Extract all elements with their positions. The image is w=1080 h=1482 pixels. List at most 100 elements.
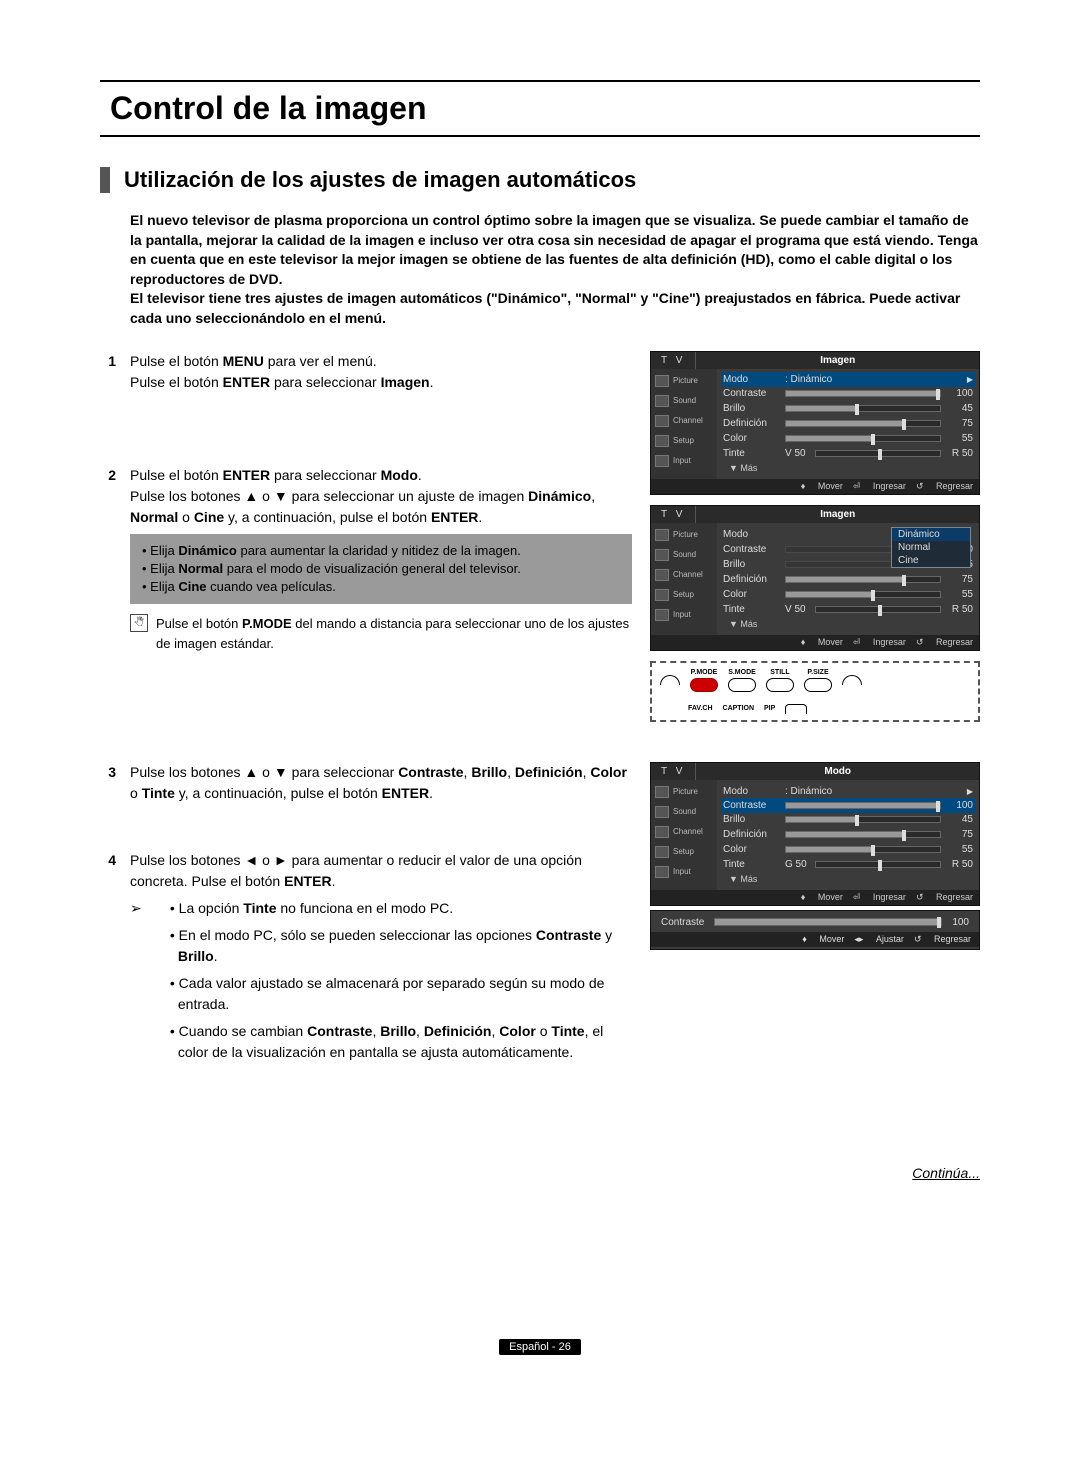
text-bold: ENTER bbox=[382, 785, 429, 801]
sidebar-item-label: Channel bbox=[673, 570, 703, 579]
setup-icon bbox=[655, 846, 669, 858]
osd-header-title: Imagen bbox=[696, 352, 979, 369]
sidebar-item-label: Setup bbox=[673, 436, 694, 445]
text-bold: Normal bbox=[178, 561, 223, 576]
text: Pulse los botones ▲ o ▼ para seleccionar bbox=[130, 764, 398, 780]
osd-row-tinte: TinteV 50R 50 bbox=[723, 602, 973, 617]
text: Pulse el botón bbox=[130, 353, 223, 369]
text-bold: Contraste bbox=[398, 764, 463, 780]
text-bold: ENTER bbox=[223, 374, 270, 390]
sound-icon bbox=[655, 549, 669, 561]
osd-screenshot-3: T V Modo Picture Sound Channel Setup Inp… bbox=[650, 762, 980, 906]
text: . bbox=[332, 873, 336, 889]
remote-label: CAPTION bbox=[723, 705, 755, 712]
text: cuando vea películas. bbox=[207, 579, 336, 594]
intro-paragraph: El nuevo televisor de plasma proporciona… bbox=[130, 211, 980, 329]
step-1: 1 Pulse el botón MENU para ver el menú. … bbox=[100, 351, 632, 393]
remote-illustration: P.MODE S.MODE STILL P.SIZE FAV.CH CAPTIO… bbox=[650, 661, 980, 722]
remote-top-edge bbox=[660, 675, 680, 685]
page-footer: Español - 26 bbox=[100, 1341, 980, 1353]
picture-icon bbox=[655, 786, 669, 798]
sidebar-item-label: Sound bbox=[673, 396, 696, 405]
picture-icon bbox=[655, 375, 669, 387]
sidebar-item-label: Channel bbox=[673, 416, 703, 425]
sidebar-item-label: Sound bbox=[673, 550, 696, 559]
osd-row-tinte: TinteV 50R 50 bbox=[723, 446, 973, 461]
osd-sidebar: Picture Sound Channel Setup Input bbox=[651, 523, 717, 635]
text-bold: Dinámico bbox=[528, 488, 591, 504]
osd-more: ▼ Más bbox=[723, 872, 973, 886]
channel-icon bbox=[655, 569, 669, 581]
dropdown-option: Cine bbox=[892, 554, 970, 567]
text: o bbox=[130, 785, 142, 801]
osd-tv-label: T V bbox=[651, 352, 696, 369]
osd-header-title: Imagen bbox=[696, 506, 979, 523]
text-bold: Imagen bbox=[381, 374, 430, 390]
text: y, a continuación, pulse el botón bbox=[175, 785, 382, 801]
step-3: 3 Pulse los botones ▲ o ▼ para seleccion… bbox=[100, 762, 632, 804]
text: • Elija bbox=[142, 579, 178, 594]
sidebar-item-label: Input bbox=[673, 610, 691, 619]
remote-label: FAV.CH bbox=[688, 705, 713, 712]
input-icon bbox=[655, 609, 669, 621]
osd-row-definicion: Definición75 bbox=[723, 416, 973, 431]
text: . bbox=[418, 467, 422, 483]
osd-footer: ♦ Mover⏎ Ingresar↺ Regresar bbox=[651, 890, 979, 905]
text: y, a continuación, pulse el botón bbox=[224, 509, 431, 525]
osd-screenshot-2: T V Imagen Picture Sound Channel Setup I… bbox=[650, 505, 980, 651]
text: , bbox=[591, 488, 595, 504]
text-bold: Brillo bbox=[471, 764, 507, 780]
setup-icon bbox=[655, 435, 669, 447]
sidebar-item-label: Picture bbox=[673, 787, 698, 796]
channel-icon bbox=[655, 826, 669, 838]
step-2: 2 Pulse el botón ENTER para seleccionar … bbox=[100, 465, 632, 654]
text-bold: ENTER bbox=[223, 467, 270, 483]
osd-row-color: Color55 bbox=[723, 842, 973, 857]
hint-box: • Elija Dinámico para aumentar la clarid… bbox=[130, 534, 632, 605]
note-item: • Cuando se cambian Contraste, Brillo, D… bbox=[170, 1021, 630, 1063]
sidebar-item-label: Setup bbox=[673, 590, 694, 599]
step-number: 4 bbox=[100, 850, 116, 1069]
adjust-label: Contraste bbox=[661, 917, 704, 928]
step-number: 1 bbox=[100, 351, 116, 393]
text: . bbox=[430, 374, 434, 390]
osd-row-contraste: Contraste100 bbox=[723, 386, 973, 401]
pmode-button bbox=[690, 678, 718, 692]
osd-footer: ♦ Mover⏎ Ingresar↺ Regresar bbox=[651, 635, 979, 650]
text: . bbox=[429, 785, 433, 801]
step-number: 2 bbox=[100, 465, 116, 654]
remote-top-edge bbox=[842, 675, 862, 685]
text-bold: Cine bbox=[178, 579, 206, 594]
channel-icon bbox=[655, 415, 669, 427]
section-title: Utilización de los ajustes de imagen aut… bbox=[100, 167, 980, 193]
sidebar-item-label: Input bbox=[673, 867, 691, 876]
text: Pulse el botón bbox=[156, 616, 242, 631]
text-bold: ENTER bbox=[431, 509, 478, 525]
adjust-value: 100 bbox=[952, 917, 969, 928]
remote-label: S.MODE bbox=[728, 669, 756, 676]
sidebar-item-label: Picture bbox=[673, 376, 698, 385]
text-bold: ENTER bbox=[284, 873, 331, 889]
osd-more: ▼ Más bbox=[723, 461, 973, 475]
note-item: • En el modo PC, sólo se pueden seleccio… bbox=[170, 925, 630, 967]
remote-blank-button bbox=[785, 704, 807, 714]
text: • Elija bbox=[142, 543, 178, 558]
osd-footer: ♦ Mover⏎ Ingresar↺ Regresar bbox=[651, 479, 979, 494]
text-bold: MENU bbox=[223, 353, 264, 369]
text: Pulse los botones ▲ o ▼ para seleccionar… bbox=[130, 488, 528, 504]
text: • Elija bbox=[142, 561, 178, 576]
note-item: • La opción Tinte no funciona en el modo… bbox=[170, 898, 630, 919]
osd-adjust-bar: Contraste 100 ♦ Mover◂▸ Ajustar↺ Regresa… bbox=[650, 910, 980, 950]
osd-tv-label: T V bbox=[651, 506, 696, 523]
osd-row-color: Color55 bbox=[723, 587, 973, 602]
setup-icon bbox=[655, 589, 669, 601]
still-button bbox=[766, 678, 794, 692]
osd-row-tinte: TinteG 50R 50 bbox=[723, 857, 973, 872]
dropdown-option: Dinámico bbox=[892, 528, 970, 541]
remote-hint-icon: 🖑 bbox=[130, 614, 148, 632]
osd-row-color: Color55 bbox=[723, 431, 973, 446]
osd-row-definicion: Definición75 bbox=[723, 572, 973, 587]
text-bold: Cine bbox=[194, 509, 224, 525]
text-bold: Normal bbox=[130, 509, 178, 525]
osd-row-modo: Modo: Dinámico bbox=[721, 372, 975, 387]
